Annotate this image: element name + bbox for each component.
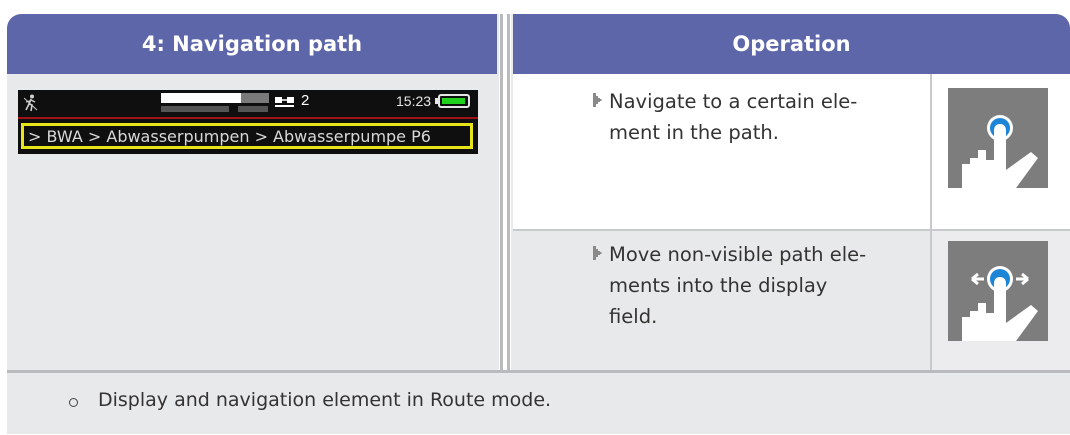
- tap-gesture-icon: [948, 88, 1048, 188]
- navigation-path-cell: 2 15:23 > BWA > Abwasserpumpen > Abwasse…: [7, 74, 497, 370]
- operation-text-cell: Move non-visible path ele- ments into th…: [513, 231, 928, 370]
- status-subtitle-bar: [161, 106, 229, 112]
- footer-text: Display and navigation element in Route …: [98, 389, 552, 411]
- bullet-arrow-icon: [593, 93, 602, 107]
- device-status-bar: 2 15:23: [18, 90, 478, 116]
- gesture-icon-cell: [930, 74, 1070, 229]
- battery-fill: [442, 98, 465, 104]
- device-display: 2 15:23 > BWA > Abwasserpumpen > Abwasse…: [18, 90, 478, 154]
- operation-text: Navigate to a certain ele- ment in the p…: [609, 90, 858, 144]
- operation-row-navigate: Navigate to a certain ele- ment in the p…: [513, 74, 1070, 229]
- status-title-bar-end: [241, 93, 269, 103]
- table-footer: Display and navigation element in Route …: [7, 373, 1070, 434]
- operation-row-move: Move non-visible path ele- ments into th…: [513, 231, 1070, 370]
- navigation-path-highlight[interactable]: > BWA > Abwasserpumpen > Abwasserpumpe P…: [21, 123, 473, 149]
- route-icon: [275, 97, 294, 107]
- operation-text-cell: Navigate to a certain ele- ment in the p…: [513, 74, 928, 229]
- bullet-circle-icon: [69, 398, 78, 407]
- navigation-path-table: 4: Navigation path Operation 2 15:23 > B…: [7, 14, 1070, 434]
- person-walk-icon: [24, 94, 38, 112]
- device-time: 15:23: [396, 93, 432, 109]
- route-count: 2: [301, 92, 310, 109]
- header-operation: Operation: [513, 14, 1070, 74]
- status-divider: [18, 117, 478, 119]
- header-navigation-path: 4: Navigation path: [7, 14, 497, 74]
- gesture-icon-cell: [930, 231, 1070, 370]
- navigation-path-text[interactable]: > BWA > Abwasserpumpen > Abwasserpumpe P…: [28, 127, 431, 146]
- bullet-arrow-icon: [593, 246, 602, 260]
- status-title-bar: [161, 93, 241, 103]
- swipe-gesture-icon: [948, 241, 1048, 341]
- battery-icon: [435, 94, 470, 108]
- status-subtitle-bar-end: [238, 106, 268, 112]
- column-divider: [499, 14, 511, 370]
- operation-text: Move non-visible path ele- ments into th…: [609, 243, 867, 328]
